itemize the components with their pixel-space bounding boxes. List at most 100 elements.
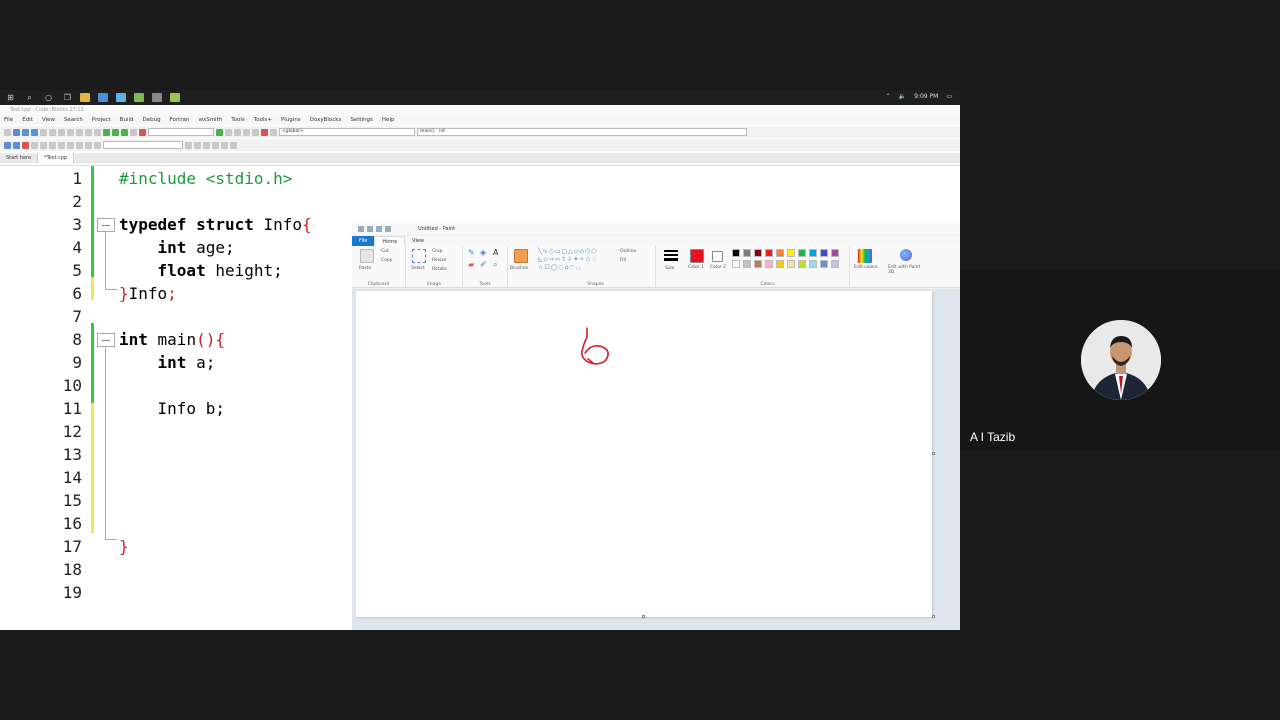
run-to-cursor-icon[interactable] bbox=[225, 128, 232, 136]
app-icon-1[interactable] bbox=[98, 93, 108, 102]
resize-handle-corner[interactable] bbox=[932, 615, 935, 618]
palette-color-swatch[interactable] bbox=[732, 249, 740, 257]
tab-view[interactable]: View bbox=[405, 236, 431, 246]
palette-color-swatch[interactable] bbox=[820, 260, 828, 268]
unindent-icon[interactable] bbox=[94, 141, 101, 149]
search-combo[interactable] bbox=[103, 141, 183, 149]
paste-button[interactable]: Paste bbox=[359, 266, 371, 271]
chevron-up-icon[interactable]: ⌃ bbox=[886, 93, 891, 100]
palette-color-swatch[interactable] bbox=[776, 260, 784, 268]
edit-colors-button[interactable]: Edit colors bbox=[854, 265, 878, 270]
menu-wxsmith[interactable]: wxSmith bbox=[198, 115, 222, 125]
palette-color-swatch[interactable] bbox=[743, 249, 751, 257]
menu-build[interactable]: Build bbox=[120, 115, 134, 125]
resize-button[interactable]: Resize bbox=[432, 258, 446, 263]
toggle-comment-icon[interactable] bbox=[76, 141, 83, 149]
palette-color-swatch[interactable] bbox=[765, 249, 773, 257]
debug-windows-icon[interactable] bbox=[270, 128, 277, 136]
chrome-icon[interactable] bbox=[134, 93, 144, 102]
replace-icon[interactable] bbox=[94, 128, 101, 136]
select-button[interactable]: Select bbox=[411, 266, 425, 271]
cortana-icon[interactable]: ○ bbox=[43, 93, 54, 102]
app-icon-2[interactable] bbox=[116, 93, 126, 102]
tab-home[interactable]: Home bbox=[374, 236, 406, 246]
cut-button[interactable]: Cut bbox=[381, 249, 389, 254]
menu-help[interactable]: Help bbox=[382, 115, 395, 125]
palette-color-swatch[interactable] bbox=[798, 260, 806, 268]
menu-tools[interactable]: Tools bbox=[231, 115, 245, 125]
search-icon[interactable]: ⌕ bbox=[24, 93, 35, 102]
paste-icon[interactable] bbox=[360, 249, 374, 263]
palette-color-swatch[interactable] bbox=[754, 260, 762, 268]
copy-icon[interactable] bbox=[67, 128, 74, 136]
next-line-icon[interactable] bbox=[234, 128, 241, 136]
brushes-icon[interactable] bbox=[514, 249, 528, 263]
crop-button[interactable]: Crop bbox=[432, 249, 443, 254]
palette-color-swatch[interactable] bbox=[765, 260, 773, 268]
stop-debugger-icon[interactable] bbox=[261, 128, 268, 136]
menu-file[interactable]: File bbox=[4, 115, 13, 125]
color-picker-icon[interactable]: ✐ bbox=[480, 260, 487, 269]
build-and-run-icon[interactable] bbox=[121, 128, 128, 136]
menu-debug[interactable]: Debug bbox=[142, 115, 160, 125]
refresh-icon[interactable] bbox=[230, 141, 237, 149]
drawing-canvas[interactable] bbox=[356, 291, 935, 618]
uncomment-icon[interactable] bbox=[67, 141, 74, 149]
volume-icon[interactable]: 🔈 bbox=[899, 93, 906, 100]
menu-tools-plus[interactable]: Tools+ bbox=[254, 115, 272, 125]
save-icon[interactable] bbox=[367, 226, 373, 232]
find-icon[interactable] bbox=[85, 128, 92, 136]
palette-color-swatch[interactable] bbox=[776, 249, 784, 257]
menu-settings[interactable]: Settings bbox=[350, 115, 373, 125]
new-file-icon[interactable] bbox=[4, 128, 11, 136]
scope-combo[interactable]: <global> bbox=[279, 128, 415, 136]
menu-plugins[interactable]: Plugins bbox=[281, 115, 301, 125]
size-icon[interactable] bbox=[664, 250, 678, 262]
undo-icon[interactable] bbox=[376, 226, 382, 232]
windows-icon[interactable]: ⊞ bbox=[5, 93, 16, 102]
brushes-button[interactable]: Brushes bbox=[510, 266, 528, 271]
match-case-icon[interactable] bbox=[194, 141, 201, 149]
clock-time[interactable]: 9:09 PM bbox=[914, 93, 938, 100]
color2-button[interactable]: Color 2 bbox=[710, 265, 726, 270]
edit-paint3d-button[interactable]: Edit with Paint 3D bbox=[888, 265, 926, 275]
fold-toggle-main[interactable] bbox=[97, 333, 115, 347]
abort-icon[interactable] bbox=[139, 128, 146, 136]
paint3d-icon[interactable] bbox=[900, 249, 912, 261]
palette-color-swatch[interactable] bbox=[787, 249, 795, 257]
redo-icon[interactable] bbox=[385, 226, 391, 232]
palette-color-swatch[interactable] bbox=[809, 260, 817, 268]
function-combo[interactable]: main() : int bbox=[417, 128, 747, 136]
select-icon[interactable] bbox=[412, 249, 426, 263]
resize-handle-bottom[interactable] bbox=[642, 615, 645, 618]
outline-button[interactable]: Outline bbox=[620, 249, 636, 254]
highlight-icon[interactable] bbox=[185, 141, 192, 149]
eraser-icon[interactable]: ▰ bbox=[468, 260, 474, 269]
save-icon[interactable] bbox=[22, 128, 29, 136]
redo-icon[interactable] bbox=[49, 128, 56, 136]
codeblocks-taskbar-icon[interactable] bbox=[170, 93, 180, 102]
fill-button[interactable]: Fill bbox=[620, 258, 626, 263]
palette-color-swatch[interactable] bbox=[743, 260, 751, 268]
palette-color-swatch[interactable] bbox=[798, 249, 806, 257]
cut-icon[interactable] bbox=[58, 128, 65, 136]
fold-toggle-struct[interactable] bbox=[97, 218, 115, 232]
clear-bookmarks-icon[interactable] bbox=[49, 141, 56, 149]
copy-button[interactable]: Copy bbox=[381, 258, 392, 263]
zoom-out-icon[interactable] bbox=[221, 141, 228, 149]
text-icon[interactable]: A bbox=[493, 248, 498, 257]
magnifier-icon[interactable]: ⌕ bbox=[493, 260, 497, 270]
forward-icon[interactable] bbox=[13, 141, 20, 149]
shapes-gallery-row-3[interactable]: ☆☐◯◌⌂◠◡ bbox=[538, 264, 582, 271]
fill-bucket-icon[interactable]: ◈ bbox=[480, 248, 486, 257]
menu-project[interactable]: Project bbox=[92, 115, 111, 125]
comment-icon[interactable] bbox=[58, 141, 65, 149]
task-view-icon[interactable]: ❐ bbox=[62, 93, 73, 102]
color1-button[interactable]: Color 1 bbox=[688, 265, 704, 270]
open-file-icon[interactable] bbox=[13, 128, 20, 136]
palette-color-swatch[interactable] bbox=[831, 249, 839, 257]
step-into-icon[interactable] bbox=[243, 128, 250, 136]
menu-edit[interactable]: Edit bbox=[22, 115, 33, 125]
edit-colors-icon[interactable] bbox=[858, 249, 872, 263]
shapes-gallery[interactable]: ╲∿○▭▢△▱◇⬠⬡ bbox=[538, 248, 598, 255]
